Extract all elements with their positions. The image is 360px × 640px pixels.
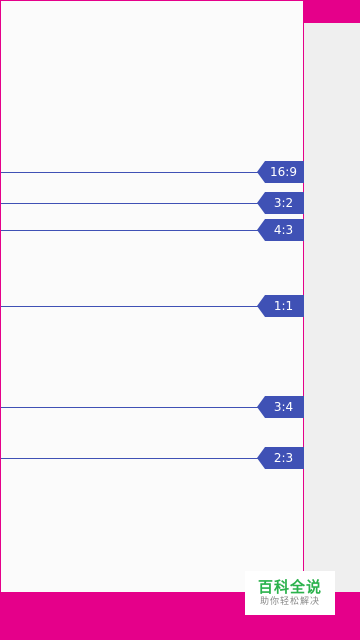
ratio-tag-2-3[interactable]: 2:3 — [257, 447, 304, 469]
ratio-tag-4-3[interactable]: 4:3 — [257, 219, 304, 241]
ratio-tag-3-4[interactable]: 3:4 — [257, 396, 304, 418]
ratio-guide-line — [1, 172, 263, 173]
watermark-logo: 百科全说 助你轻松解决 — [245, 571, 335, 615]
ratio-guide-line — [1, 230, 263, 231]
ratio-guide-line — [1, 203, 263, 204]
ratio-tag-3-2[interactable]: 3:2 — [257, 192, 304, 214]
watermark-subtitle: 助你轻松解决 — [259, 597, 320, 607]
ratio-tag-16-9[interactable]: 16:9 — [257, 161, 304, 183]
watermark-title: 百科全说 — [257, 578, 322, 596]
ratio-guide-line — [1, 407, 263, 408]
ratio-guide-line — [1, 458, 263, 459]
side-area — [304, 23, 360, 592]
ratio-guide-line — [1, 306, 263, 307]
crop-canvas[interactable]: 16:9 3:2 4:3 1:1 3:4 2:3 — [0, 0, 304, 593]
ratio-tag-1-1[interactable]: 1:1 — [257, 295, 304, 317]
status-strip — [303, 0, 360, 23]
